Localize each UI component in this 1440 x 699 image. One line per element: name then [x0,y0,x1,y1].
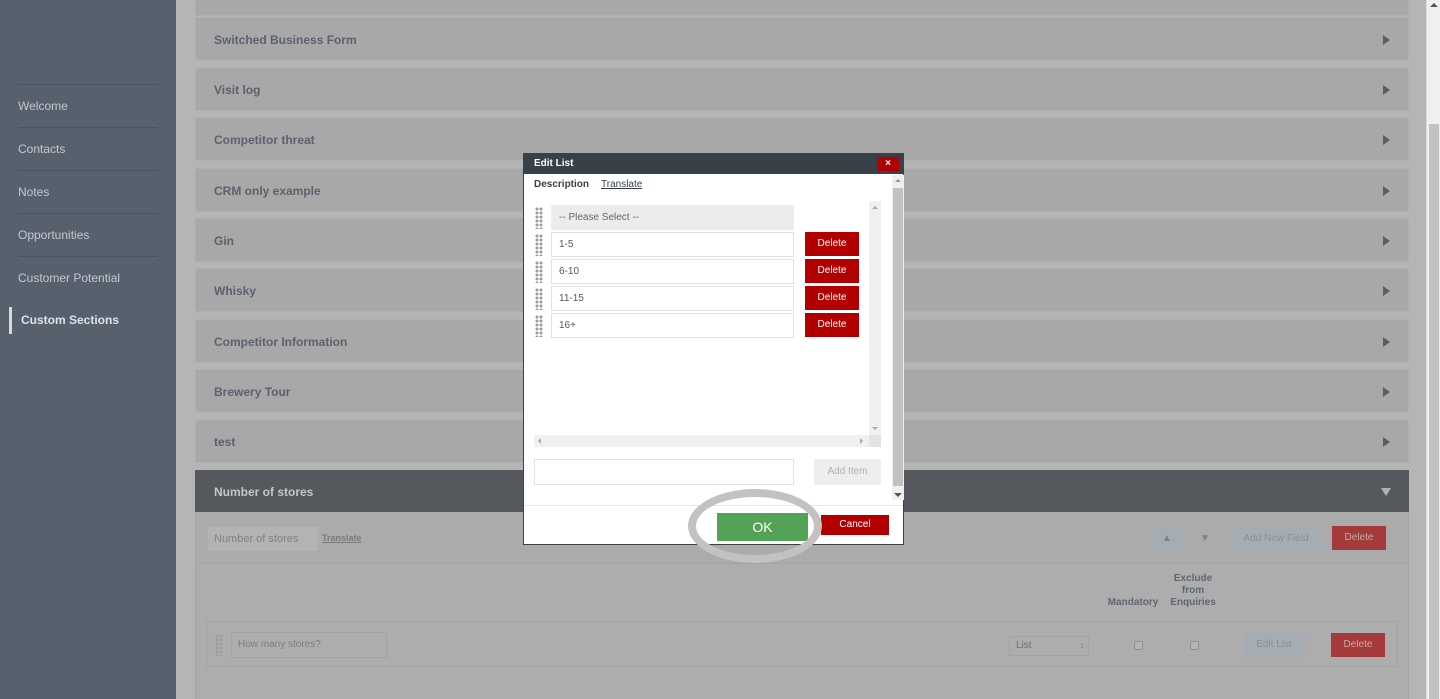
scroll-right-icon[interactable] [860,438,863,444]
select-arrows-icon: ↕ [1080,641,1084,650]
edit-list-button[interactable]: Edit List [1243,633,1305,657]
ok-button[interactable]: OK [717,513,808,541]
field-type-select[interactable]: List ↕ [1009,636,1089,656]
section-title: Whisky [214,284,257,298]
delete-item-button[interactable]: Delete [805,232,859,256]
scroll-thumb[interactable] [1429,124,1439,699]
delete-item-button[interactable]: Delete [805,259,859,283]
chevron-right-icon [1383,387,1390,397]
section-row[interactable]: Switched Business Form [195,17,1409,61]
field-type-value: List [1016,640,1032,651]
field-label-input[interactable]: How many stores? [231,632,387,658]
translate-link[interactable]: Translate [322,533,362,543]
edit-list-modal: Edit List × Description Translate -- Ple… [523,153,904,545]
delete-item-button[interactable]: Delete [805,313,859,337]
list-item-input[interactable]: 1-5 [551,232,794,257]
sidebar-item-notes[interactable]: Notes [18,170,158,213]
sidebar-item-welcome[interactable]: Welcome [18,84,158,127]
section-row[interactable]: Visit log [195,67,1409,111]
field-row: How many stores? List ↕ Edit List Delete [206,621,1398,667]
list-vertical-scrollbar[interactable] [869,201,881,435]
sidebar-item-custom-sections[interactable]: Custom Sections [9,299,158,342]
chevron-down-icon [1381,488,1391,496]
tab-description[interactable]: Description [534,179,589,190]
section-title: Competitor threat [214,133,315,147]
sidebar-nav: Welcome Contacts Notes Opportunities Cus… [9,84,158,342]
list-item-input[interactable]: 16+ [551,313,794,338]
chevron-right-icon [1383,337,1390,347]
modal-footer: OK Cancel [524,505,903,545]
add-item-button[interactable]: Add Item [814,459,881,485]
list-item-input: -- Please Select -- [551,205,794,230]
chevron-right-icon [1383,85,1390,95]
scroll-up-icon[interactable] [895,179,901,182]
move-down-button[interactable]: ▼ [1188,526,1222,552]
modal-header: Edit List × [524,154,903,174]
chevron-right-icon [1383,186,1390,196]
list-item: 16+ Delete [534,313,864,339]
drag-handle-icon[interactable] [535,315,543,337]
sidebar-item-opportunities[interactable]: Opportunities [18,213,158,256]
drag-handle-icon[interactable] [535,261,543,283]
new-item-input[interactable] [534,459,794,485]
drag-handle-icon[interactable] [535,207,543,229]
section-title: Gin [214,234,234,248]
chevron-right-icon [1383,286,1390,296]
section-title: Number of stores [214,485,314,499]
chevron-right-icon [1383,135,1390,145]
chevron-right-icon [1383,437,1390,447]
scroll-corner [869,435,881,447]
modal-scrollbar[interactable] [892,175,904,500]
section-title: CRM only example [214,184,321,198]
list-items-area: -- Please Select -- 1-5 Delete 6-10 Dele… [534,201,882,451]
section-name-input[interactable]: Number of stores [208,527,318,551]
add-new-field-button[interactable]: Add New Field [1231,526,1321,552]
delete-item-button[interactable]: Delete [805,286,859,310]
scroll-up-icon[interactable] [1430,3,1438,7]
list-item: 11-15 Delete [534,286,864,312]
list-item: 6-10 Delete [534,259,864,285]
chevron-right-icon [1383,236,1390,246]
section-title: Switched Business Form [214,33,357,47]
sidebar-item-contacts[interactable]: Contacts [18,127,158,170]
section-title: Brewery Tour [214,385,291,399]
scroll-down-icon[interactable] [872,427,878,430]
scroll-left-icon[interactable] [538,438,541,444]
section-row-partial[interactable] [195,0,1409,16]
column-header-exclude: Exclude from Enquiries [1170,573,1216,608]
close-icon[interactable]: × [877,157,899,171]
page-scrollbar[interactable] [1426,0,1440,699]
mandatory-checkbox[interactable] [1134,641,1143,650]
list-item-input[interactable]: 6-10 [551,259,794,284]
drag-handle-icon[interactable] [215,634,223,656]
list-item-input[interactable]: 11-15 [551,286,794,311]
section-title: test [214,435,236,449]
delete-section-button[interactable]: Delete [1332,526,1386,550]
section-title: Competitor Information [214,335,348,349]
move-up-button[interactable]: ▲ [1150,526,1184,552]
chevron-right-icon [1383,35,1390,45]
modal-body: Description Translate -- Please Select -… [524,174,893,505]
list-horizontal-scrollbar[interactable] [534,435,881,447]
column-header-mandatory: Mandatory [1107,597,1159,608]
fields-table: Mandatory Exclude from Enquiries How man… [196,563,1408,699]
exclude-checkbox[interactable] [1190,641,1199,650]
sidebar: Welcome Contacts Notes Opportunities Cus… [0,0,176,699]
drag-handle-icon[interactable] [535,234,543,256]
scroll-up-icon[interactable] [872,206,878,209]
cancel-button[interactable]: Cancel [821,515,889,535]
drag-handle-icon[interactable] [535,288,543,310]
list-item: 1-5 Delete [534,232,864,258]
sidebar-item-customer-potential[interactable]: Customer Potential [18,256,158,299]
tab-translate[interactable]: Translate [601,179,642,190]
delete-field-button[interactable]: Delete [1331,633,1385,657]
list-item: -- Please Select -- [534,205,864,231]
modal-title: Edit List [534,158,574,169]
section-title: Visit log [214,83,261,97]
scroll-down-icon[interactable] [894,493,902,497]
scroll-thumb[interactable] [893,188,903,486]
